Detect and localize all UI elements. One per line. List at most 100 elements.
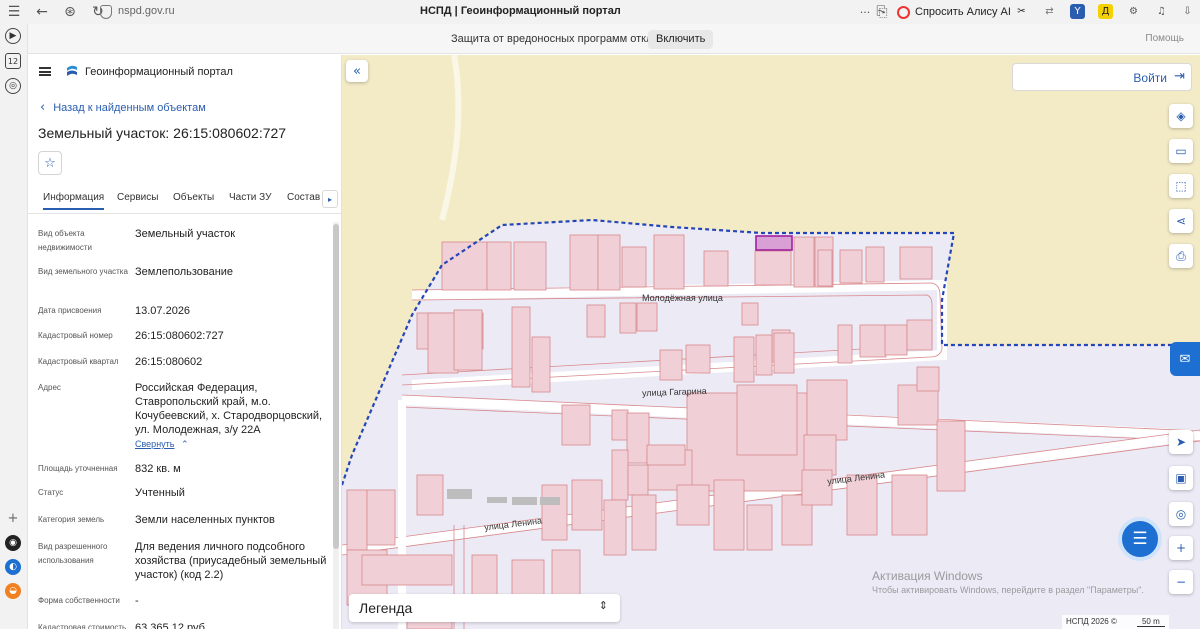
property-value: 26:15:080602 <box>135 356 203 368</box>
menu-icon[interactable]: ☰ <box>4 2 24 22</box>
property-value: Учтенный <box>135 487 185 499</box>
download-icon[interactable]: ⇩ <box>1180 4 1195 19</box>
street-label: Молодёжная улица <box>642 293 723 303</box>
property-value: Земельный участок <box>135 228 236 240</box>
extension-icon[interactable]: ⇄ <box>1042 4 1057 19</box>
app-icon[interactable]: ◉ <box>5 535 21 551</box>
alice-icon <box>897 5 910 19</box>
map-canvas[interactable] <box>342 55 1200 629</box>
attribution-text: НСПД 2026 © <box>1066 617 1117 626</box>
puzzle-icon[interactable]: ⚙ <box>1126 4 1141 19</box>
back-to-results-link[interactable]: ‹ Назад к найденным объектам <box>40 100 206 115</box>
property-value: 832 кв. м <box>135 463 181 475</box>
property-label: Площадь уточненная <box>38 464 118 473</box>
back-label: Назад к найденным объектам <box>53 101 206 114</box>
property-value: Землепользование <box>135 266 234 278</box>
property-label: Категория земель <box>38 515 105 524</box>
bookmark-icon[interactable]: ⎘ <box>872 2 892 22</box>
tab-parts[interactable]: Части ЗУ <box>229 192 271 203</box>
collapse-label: Свернуть <box>135 439 175 449</box>
chat-icon[interactable]: ☰ <box>1118 517 1162 561</box>
login-label: Войти <box>1133 71 1167 85</box>
property-label: Вид разрешенного использования <box>38 542 108 565</box>
media-icon[interactable]: ◎ <box>5 78 21 94</box>
activation-watermark-title: Активация Windows <box>872 569 983 583</box>
play-icon[interactable]: ▶ <box>5 28 21 44</box>
ruler-icon[interactable]: ▭ <box>1169 139 1193 163</box>
tab-objects[interactable]: Объекты <box>173 192 214 203</box>
tabs-scroll-right-icon[interactable]: ▸ <box>322 190 338 208</box>
extension-icon[interactable]: ✂ <box>1014 4 1029 19</box>
favorite-star-icon[interactable]: ☆ <box>38 151 62 175</box>
enable-protection-button[interactable]: Включить <box>648 30 714 49</box>
calendar-icon[interactable]: 12 <box>5 53 21 69</box>
property-label: Статус <box>38 488 64 497</box>
page-tab-title: НСПД | Геоинформационный портал <box>420 5 621 17</box>
collapse-panel-icon[interactable]: « <box>346 60 368 82</box>
property-label: Форма собственности <box>38 596 120 605</box>
portal-logo-icon <box>67 65 77 76</box>
app-icon[interactable]: ◐ <box>5 559 21 575</box>
property-label: Кадастровый номер <box>38 331 113 340</box>
bell-icon[interactable]: ♫ <box>1154 4 1169 19</box>
tab-composition[interactable]: Состав <box>287 192 320 203</box>
map-attribution: НСПД 2026 © 50 m <box>1062 615 1169 629</box>
legend-dropdown[interactable]: Легенда ⇕ <box>349 594 620 622</box>
login-button[interactable]: Войти ⇥ <box>1012 63 1192 91</box>
extension-icon[interactable]: Y <box>1070 4 1085 19</box>
print-icon[interactable]: ⎙ <box>1169 244 1193 268</box>
property-value: 26:15:080602:727 <box>135 330 224 342</box>
search-location-icon[interactable]: ◎ <box>1169 502 1193 526</box>
info-tabs: Информация Сервисы Объекты Части ЗУ Сост… <box>28 188 341 214</box>
zoom-in-icon[interactable]: + <box>1169 536 1193 560</box>
add-icon[interactable]: + <box>5 510 21 526</box>
layers-icon[interactable]: ◈ <box>1169 104 1193 128</box>
panel-scrollbar[interactable] <box>333 222 339 629</box>
address-bar[interactable]: nspd.gov.ru <box>118 5 175 17</box>
browser-toolbar: ☰ ← ⊛ ↻ nspd.gov.ru НСПД | Геоинформацио… <box>0 0 1200 24</box>
hamburger-menu-icon[interactable] <box>39 67 51 76</box>
chevron-updown-icon: ⇕ <box>598 599 608 612</box>
protect-icon[interactable]: ⊛ <box>60 2 80 22</box>
property-value: - <box>135 595 139 607</box>
basemap-icon[interactable]: ▣ <box>1169 466 1193 490</box>
property-label: Вид земельного участка <box>38 267 128 276</box>
share-icon[interactable]: ⋖ <box>1169 209 1193 233</box>
tab-services[interactable]: Сервисы <box>117 192 158 203</box>
extension-icon[interactable]: Д <box>1098 4 1113 19</box>
chevron-left-icon: ‹ <box>40 100 46 115</box>
property-label: Кадастровая стоимость <box>38 623 127 629</box>
property-value: Для ведения личного подсобного хозяйства… <box>135 541 327 581</box>
property-label: Адрес <box>38 383 61 392</box>
property-label: Кадастровый квартал <box>38 357 119 366</box>
select-area-icon[interactable]: ⬚ <box>1169 174 1193 198</box>
help-link[interactable]: Помощь <box>1145 33 1184 44</box>
browser-sidebar: ▶ 12 ◎ + ◉ ◐ ◒ <box>0 24 28 629</box>
activation-watermark-text: Чтобы активировать Windows, перейдите в … <box>872 585 1144 595</box>
scale-bar: 50 m <box>1136 617 1165 627</box>
feedback-tab-icon[interactable]: ✉ <box>1170 342 1200 376</box>
security-infobar: Защита от вредоносных программ отключена… <box>28 24 1200 54</box>
object-info-panel: Геоинформационный портал ‹ Назад к найде… <box>28 55 342 629</box>
collapse-address-link[interactable]: Свернуть ⌃ <box>135 439 189 450</box>
road <box>439 55 462 221</box>
selected-parcel[interactable] <box>755 235 793 251</box>
portal-name: Геоинформационный портал <box>85 66 233 78</box>
property-value: Российская Федерация, Ставропольский кра… <box>135 382 323 436</box>
back-arrow-icon[interactable]: ← <box>32 2 52 22</box>
scrollbar-thumb[interactable] <box>333 224 339 549</box>
security-shield-icon[interactable] <box>100 5 112 19</box>
property-label: Дата присвоения <box>38 306 102 315</box>
zoom-out-icon[interactable]: − <box>1169 570 1193 594</box>
object-title: Земельный участок: 26:15:080602:727 <box>38 125 287 141</box>
locate-icon[interactable]: ➤ <box>1169 430 1193 454</box>
login-icon: ⇥ <box>1174 69 1185 84</box>
property-value: 63 365,12 руб. <box>135 622 208 629</box>
app-icon[interactable]: ◒ <box>5 583 21 599</box>
property-value: 13.07.2026 <box>135 305 191 317</box>
property-value: Земли населенных пунктов <box>135 514 275 526</box>
cadastral-map[interactable]: Молодёжная улица улица Гагарина улица Ле… <box>342 55 1200 629</box>
alice-button[interactable]: Спросить Алису AI <box>897 3 1011 21</box>
property-label: Вид объекта недвижимости <box>38 229 92 252</box>
tab-info[interactable]: Информация <box>43 192 105 210</box>
